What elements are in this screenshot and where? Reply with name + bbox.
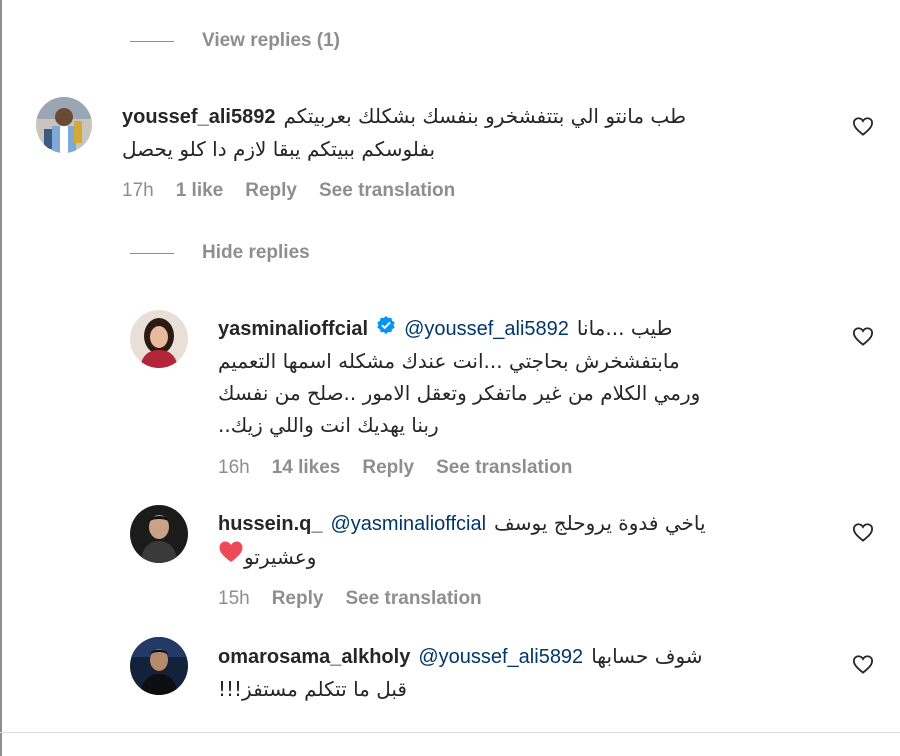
avatar[interactable] — [36, 97, 92, 153]
reply-username[interactable]: hussein.q_ — [218, 508, 322, 540]
comment-text-line-1: طب مانتو الي بتتفشخرو بنفسك بشكلك بعربيت… — [283, 104, 686, 128]
reply-time: 16h — [218, 457, 250, 478]
comment-likes[interactable]: 1 like — [176, 180, 224, 202]
verified-badge-icon — [376, 313, 396, 334]
comment-time: 17h — [122, 180, 154, 201]
reply-mention[interactable]: @youssef_ali5892 — [404, 313, 569, 345]
hide-replies-toggle[interactable]: Hide replies — [130, 242, 310, 264]
see-translation-button[interactable]: See translation — [345, 588, 481, 610]
see-translation-button[interactable]: See translation — [436, 457, 572, 479]
view-replies-toggle[interactable]: View replies (1) — [130, 30, 340, 52]
reply-mention[interactable]: @yasminalioffcial — [330, 508, 486, 540]
reply-button[interactable]: Reply — [272, 588, 324, 610]
hide-replies-label: Hide replies — [202, 242, 310, 263]
heart-outline-icon[interactable] — [852, 116, 874, 136]
reply-time: 15h — [218, 588, 250, 609]
reply-meta: 16h 14 likes Reply See translation — [218, 457, 572, 479]
reply-text-line-1: طيب ...مانا — [576, 316, 673, 340]
reply-likes[interactable]: 14 likes — [272, 457, 341, 479]
reply-text-line-4: ربنا يهديك انت واللي زيك.. — [218, 413, 439, 437]
heart-outline-icon[interactable] — [852, 522, 874, 542]
red-heart-emoji-icon — [218, 540, 244, 564]
heart-outline-icon[interactable] — [852, 326, 874, 346]
comment-text-line-2: بفلوسكم ببيتكم يبقا لازم دا كلو يحصل — [122, 137, 436, 161]
reply-text-line-2: قبل ما تتكلم مستفز!!! — [218, 677, 407, 701]
reply-text-line-1: ياخي فدوة يروحلج يوسف — [494, 511, 706, 535]
reply-text-line-2: مابتفشخرش بحاجتي ...انت عندك مشكله اسمها… — [218, 349, 680, 373]
reply-text-line-1: شوف حسابها — [591, 644, 703, 668]
avatar[interactable] — [130, 637, 188, 695]
comment-username[interactable]: youssef_ali5892 — [122, 101, 275, 133]
reply-text-line-3: ورمي الكلام من غير ماتفكر وتعقل الامور .… — [218, 381, 701, 405]
comment-meta: 17h 1 like Reply See translation — [122, 180, 455, 202]
reply-button[interactable]: Reply — [245, 180, 297, 202]
heart-outline-icon[interactable] — [852, 654, 874, 674]
avatar[interactable] — [130, 310, 188, 368]
reply-username[interactable]: omarosama_alkholy — [218, 641, 410, 673]
reply-button[interactable]: Reply — [362, 457, 414, 479]
avatar[interactable] — [130, 505, 188, 563]
reply-meta: 15h Reply See translation — [218, 588, 482, 610]
see-translation-button[interactable]: See translation — [319, 180, 455, 202]
view-replies-label: View replies (1) — [202, 30, 340, 51]
bottom-divider — [0, 732, 900, 733]
replies-divider-line — [130, 40, 174, 42]
reply-text-line-2: وعشيرتو — [244, 545, 317, 569]
reply-username[interactable]: yasminalioffcial — [218, 313, 368, 345]
window-edge — [0, 0, 2, 756]
reply-mention[interactable]: @youssef_ali5892 — [418, 641, 583, 673]
replies-divider-line — [130, 252, 174, 254]
